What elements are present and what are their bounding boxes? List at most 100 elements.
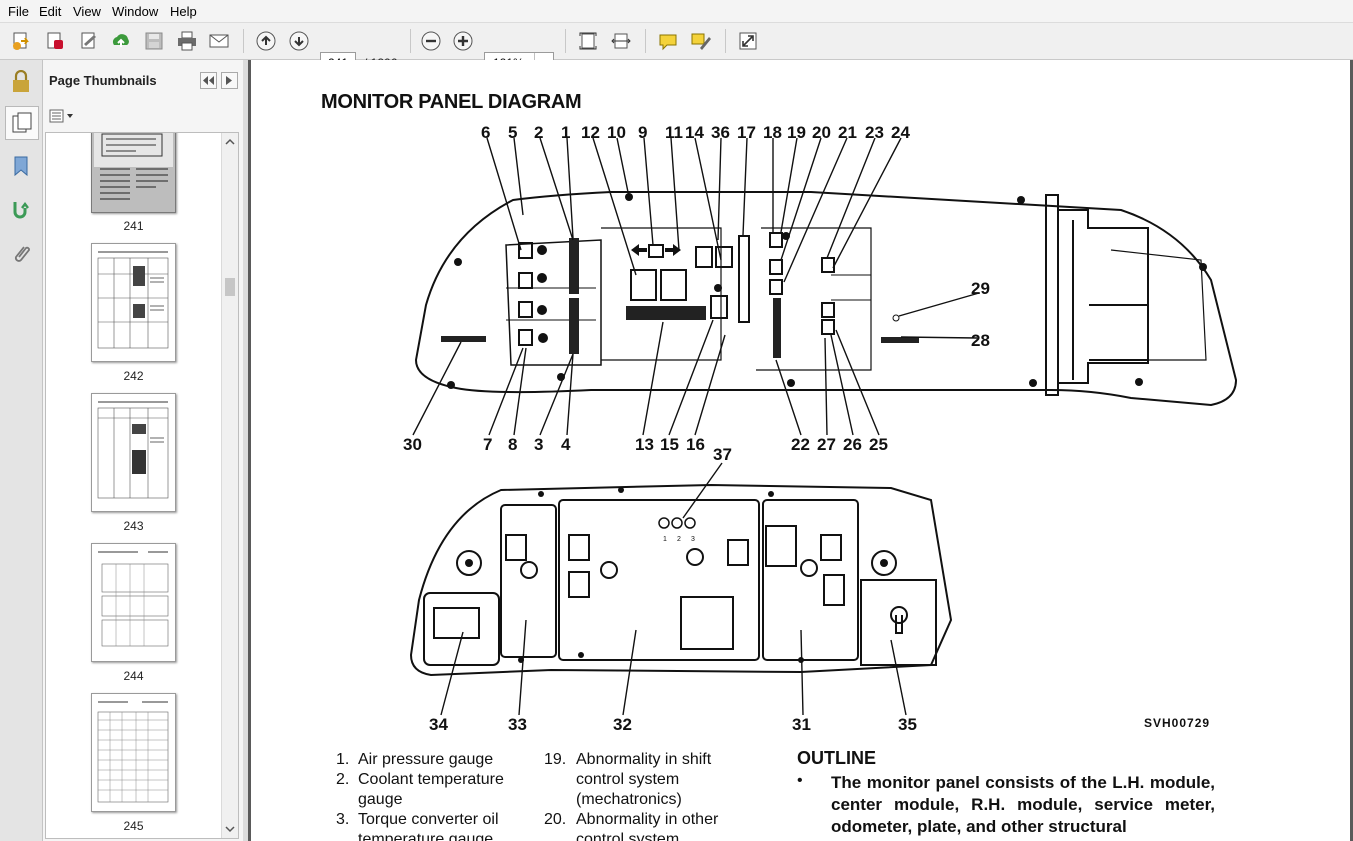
scroll-thumb[interactable]	[225, 278, 235, 296]
page-thumbnails-icon[interactable]	[5, 106, 39, 140]
collapse-panel-icon[interactable]	[200, 72, 217, 89]
sign-icon[interactable]	[76, 28, 102, 54]
svg-text:21: 21	[838, 123, 857, 142]
list-text: Coolant temperature	[358, 771, 504, 788]
svg-text:6: 6	[481, 123, 490, 142]
svg-text:3: 3	[534, 435, 543, 454]
list-text: gauge	[358, 791, 403, 808]
menu-bar: File Edit View Window Help	[0, 0, 1353, 23]
svg-text:36: 36	[711, 123, 730, 142]
list-text: Torque converter oil	[358, 811, 499, 828]
fullscreen-icon[interactable]	[735, 28, 761, 54]
list-number: 2.	[336, 771, 350, 788]
menu-help[interactable]: Help	[170, 4, 197, 19]
svg-text:15: 15	[660, 435, 679, 454]
svg-text:2: 2	[534, 123, 543, 142]
toolbar: / 1206 121%	[0, 23, 1353, 74]
upload-icon[interactable]	[108, 28, 134, 54]
toolbar-separator	[243, 29, 244, 53]
comment-icon[interactable]	[655, 28, 681, 54]
next-page-icon[interactable]	[286, 28, 312, 54]
list-text: Abnormality in shift	[576, 751, 712, 768]
thumbnail-panel: Page Thumbnails 241 242 243 244 245	[43, 60, 244, 841]
signature-icon[interactable]	[5, 194, 37, 226]
svg-text:31: 31	[792, 715, 811, 734]
svg-text:10: 10	[607, 123, 626, 142]
toolbar-separator	[645, 29, 646, 53]
outline-heading: OUTLINE	[797, 748, 876, 768]
navigation-rail	[0, 60, 43, 841]
print-icon[interactable]	[174, 28, 200, 54]
svg-text:3: 3	[691, 536, 695, 543]
svg-text:23: 23	[865, 123, 884, 142]
list-number: 1.	[336, 751, 350, 768]
svg-text:7: 7	[483, 435, 492, 454]
menu-window[interactable]: Window	[112, 4, 158, 19]
svg-text:33: 33	[508, 715, 527, 734]
svg-text:24: 24	[891, 123, 910, 142]
svg-text:32: 32	[613, 715, 632, 734]
zoom-in-icon[interactable]	[450, 28, 476, 54]
scroll-down-icon[interactable]	[222, 822, 238, 836]
scroll-up-icon[interactable]	[222, 135, 238, 149]
svg-text:37: 37	[713, 445, 732, 464]
fit-page-icon[interactable]	[575, 28, 601, 54]
toolbar-separator	[410, 29, 411, 53]
svg-text:14: 14	[685, 123, 704, 142]
list-text: control system	[576, 771, 680, 788]
list-text: Air pressure gauge	[358, 751, 494, 768]
outline-paragraph: The monitor panel consists of the L.H. m…	[831, 773, 1215, 836]
toolbar-separator	[725, 29, 726, 53]
menu-edit[interactable]: Edit	[39, 4, 61, 19]
thumbnail-label: 245	[123, 819, 144, 833]
menu-view[interactable]: View	[73, 4, 101, 19]
lock-icon[interactable]	[5, 66, 37, 98]
panel-title: Page Thumbnails	[49, 73, 157, 88]
svg-text:26: 26	[843, 435, 862, 454]
svg-text:9: 9	[638, 123, 647, 142]
attachment-icon[interactable]	[5, 238, 37, 270]
bullet: •	[797, 772, 803, 789]
chevron-right-icon[interactable]	[221, 72, 238, 89]
svg-text:11: 11	[665, 123, 683, 142]
thumbnail-label: 244	[123, 669, 144, 683]
list-text: control system	[576, 831, 680, 841]
svg-text:25: 25	[869, 435, 888, 454]
document-view: MONITOR PANEL DIAGRAM 6 5 2 1 12 10 9 11…	[248, 60, 1353, 841]
list-text: Abnormality in other	[576, 811, 719, 828]
list-number: 3.	[336, 811, 350, 828]
svg-text:29: 29	[971, 279, 990, 298]
create-pdf-icon[interactable]	[8, 28, 34, 54]
svg-text:20: 20	[812, 123, 831, 142]
svg-text:4: 4	[561, 435, 571, 454]
thumbnail-page-image	[91, 693, 176, 812]
svg-text:5: 5	[508, 123, 517, 142]
svg-text:35: 35	[898, 715, 917, 734]
thumbnail-list: 241 242 243 244 245	[45, 132, 239, 839]
thumbnail-scrollbar[interactable]	[221, 133, 238, 838]
thumbnail-page-image	[91, 543, 176, 662]
toolbar-separator	[565, 29, 566, 53]
svg-text:17: 17	[737, 123, 756, 142]
thumbnail-page-image	[91, 393, 176, 512]
email-icon[interactable]	[206, 28, 232, 54]
fit-width-icon[interactable]	[608, 28, 634, 54]
save-icon[interactable]	[141, 28, 167, 54]
previous-page-icon[interactable]	[253, 28, 279, 54]
svg-text:2: 2	[677, 536, 681, 543]
list-text: temperature gauge	[358, 831, 494, 841]
menu-file[interactable]: File	[8, 4, 29, 19]
highlight-icon[interactable]	[688, 28, 714, 54]
thumbnail-options-button[interactable]	[49, 107, 75, 125]
svg-text:27: 27	[817, 435, 836, 454]
list-text: (mechatronics)	[576, 791, 682, 808]
svg-text:22: 22	[791, 435, 810, 454]
thumbnail-label: 241	[123, 219, 144, 233]
document-page: MONITOR PANEL DIAGRAM 6 5 2 1 12 10 9 11…	[251, 60, 1350, 841]
edit-pdf-icon[interactable]	[42, 28, 68, 54]
bookmark-icon[interactable]	[5, 150, 37, 182]
zoom-out-icon[interactable]	[418, 28, 444, 54]
svg-text:28: 28	[971, 331, 990, 350]
thumbnail-page-image	[91, 133, 176, 213]
svg-text:30: 30	[403, 435, 422, 454]
